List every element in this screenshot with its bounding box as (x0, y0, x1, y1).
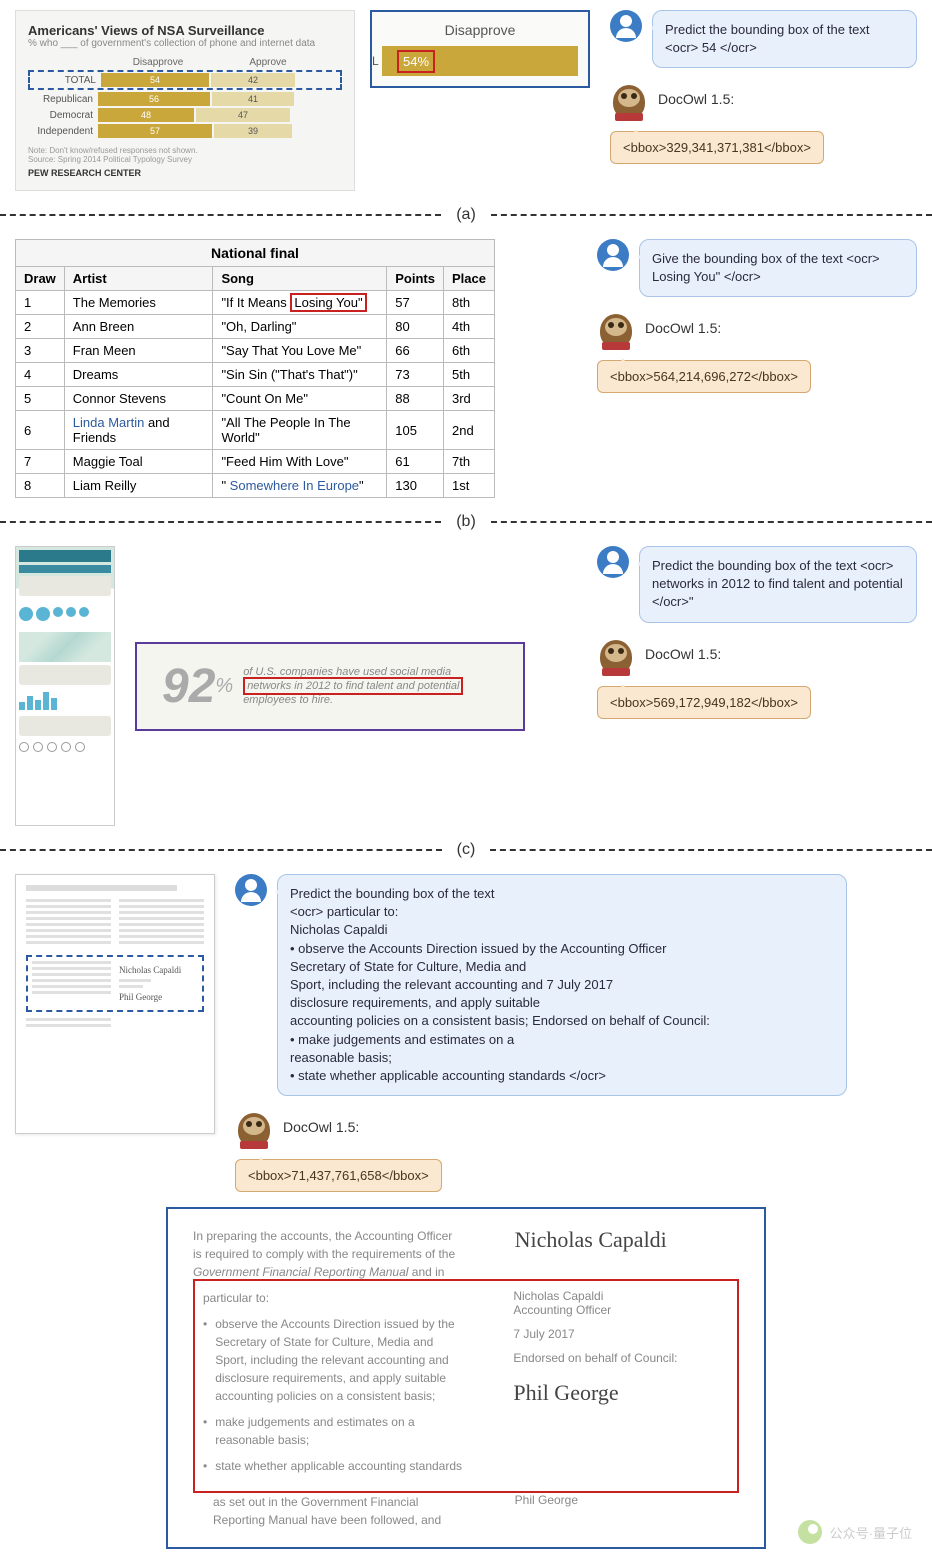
owl-response-a: DocOwl 1.5: (610, 83, 917, 121)
divider-b: (b) (0, 508, 932, 536)
infographic-zoom: 92 % of U.S. companies have used social … (135, 642, 525, 731)
user-icon (610, 10, 642, 42)
signature-capaldi: Nicholas Capaldi (515, 1227, 739, 1253)
table-caption: National final (15, 239, 495, 266)
user-bubble: Predict the bounding box of the text <oc… (652, 10, 917, 68)
zoom-header: Disapprove (382, 22, 578, 38)
user-query-d: Predict the bounding box of the text <oc… (235, 874, 917, 1096)
chart-subtitle: % who ___ of government's collection of … (28, 38, 342, 49)
chart-row-independent: Independent 57 39 (28, 124, 342, 138)
user-query-b: Give the bounding box of the text <ocr> … (597, 239, 917, 297)
bbox-output-d: <bbox>71,437,761,658</bbox> (235, 1159, 442, 1192)
user-icon (235, 874, 267, 906)
table-row: 1 The Memories "If It Means Losing You" … (16, 291, 495, 315)
owl-label: DocOwl 1.5: (283, 1111, 359, 1135)
infographic-thumbnail (15, 546, 115, 826)
table-row: 6Linda Martin and Friends"All The People… (16, 411, 495, 450)
user-query-a: Predict the bounding box of the text <oc… (610, 10, 917, 68)
chart-row-total: TOTAL 54 42 (28, 70, 342, 90)
nsa-chart: Americans' Views of NSA Surveillance % w… (15, 10, 355, 191)
owl-response-d: DocOwl 1.5: (235, 1111, 917, 1149)
owl-label: DocOwl 1.5: (658, 83, 734, 107)
chart-source: Source: Spring 2014 Political Typology S… (28, 155, 342, 164)
bbox-output-c: <bbox>569,172,949,182</bbox> (597, 686, 811, 719)
panel-d: Nicholas CapaldiPhil George Predict the … (0, 864, 932, 1559)
table-row: 5Connor Stevens"Count On Me"883rd (16, 387, 495, 411)
chart-zoom-callout: Disapprove L 54% (370, 10, 590, 88)
stat-caption: of U.S. companies have used social media… (243, 665, 463, 708)
doc-red-highlight-region: particular to: • observe the Accounts Di… (193, 1279, 739, 1493)
panel-b: National final Draw Artist Song Points P… (0, 229, 932, 508)
table-row: 4Dreams"Sin Sin ("That's That")"735th (16, 363, 495, 387)
chart-column-headers: Disapprove Approve (28, 57, 342, 68)
user-query-c: Predict the bounding box of the text <oc… (597, 546, 917, 623)
owl-icon (610, 83, 648, 121)
highlighted-song-text: Losing You" (290, 293, 366, 312)
watermark: 公众号·量子位 (798, 1520, 912, 1544)
doc-dashed-highlight: Nicholas CapaldiPhil George (26, 955, 204, 1012)
signature-george: Phil George (513, 1380, 729, 1406)
divider-c: (c) (0, 836, 932, 864)
owl-icon (235, 1111, 273, 1149)
user-bubble: Give the bounding box of the text <ocr> … (639, 239, 917, 297)
chart-row-republican: Republican 56 41 (28, 92, 342, 106)
stat-92: 92 (162, 659, 215, 714)
owl-response-b: DocOwl 1.5: (597, 312, 917, 350)
chart-row-democrat: Democrat 48 47 (28, 108, 342, 122)
zoom-bar: L 54% (382, 46, 578, 76)
user-icon (597, 546, 629, 578)
owl-label: DocOwl 1.5: (645, 638, 721, 662)
panel-a: Americans' Views of NSA Surveillance % w… (0, 0, 932, 201)
table-row: 7Maggie Toal"Feed Him With Love"617th (16, 450, 495, 474)
user-bubble: Predict the bounding box of the text <oc… (277, 874, 847, 1096)
user-bubble: Predict the bounding box of the text <oc… (639, 546, 917, 623)
panel-c: 92 % of U.S. companies have used social … (0, 536, 932, 836)
chart-note: Note: Don't know/refused responses not s… (28, 146, 342, 155)
chart-title: Americans' Views of NSA Surveillance (28, 23, 342, 38)
chart-footer: PEW RESEARCH CENTER (28, 168, 342, 178)
bbox-output-b: <bbox>564,214,696,272</bbox> (597, 360, 811, 393)
wechat-icon (798, 1520, 822, 1544)
zoom-highlighted-value: 54% (397, 50, 435, 73)
national-final-table: National final Draw Artist Song Points P… (15, 239, 495, 498)
user-icon (597, 239, 629, 271)
divider-a: (a) (0, 201, 932, 229)
highlighted-caption-text: networks in 2012 to find talent and pote… (243, 677, 463, 695)
document-zoom: In preparing the accounts, the Accountin… (166, 1207, 766, 1549)
owl-response-c: DocOwl 1.5: (597, 638, 917, 676)
table-row: 2Ann Breen"Oh, Darling"804th (16, 315, 495, 339)
bbox-output-a: <bbox>329,341,371,381</bbox> (610, 131, 824, 164)
owl-label: DocOwl 1.5: (645, 312, 721, 336)
owl-icon (597, 638, 635, 676)
document-thumbnail: Nicholas CapaldiPhil George (15, 874, 215, 1134)
table-row: 8Liam Reilly" Somewhere In Europe"1301st (16, 474, 495, 498)
owl-icon (597, 312, 635, 350)
table-row: 3Fran Meen"Say That You Love Me"666th (16, 339, 495, 363)
